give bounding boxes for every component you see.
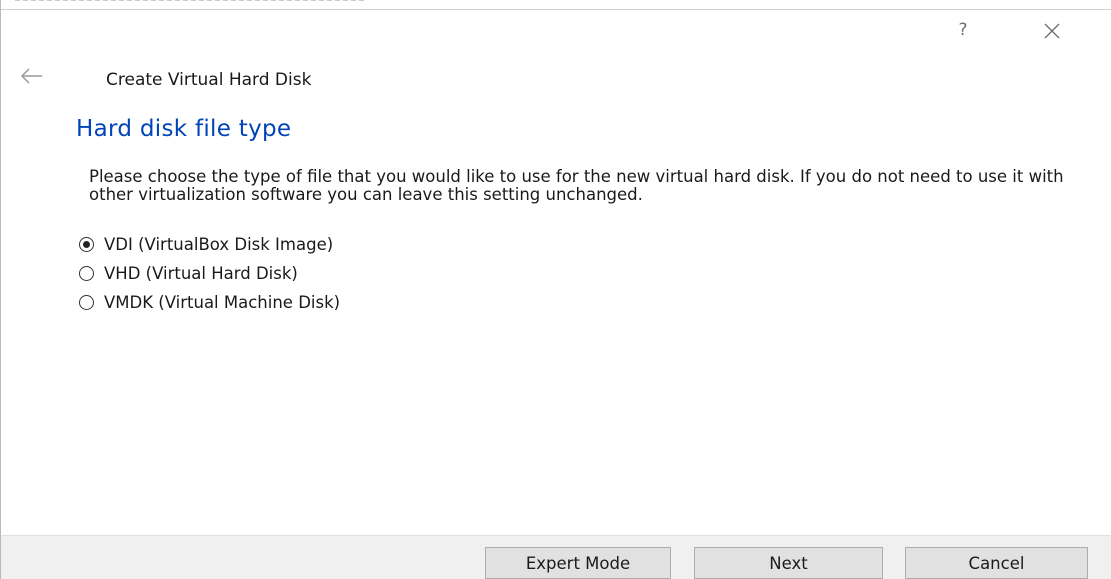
radio-button-vhd[interactable] [79,266,94,281]
background-window-edge [1,0,1111,10]
page-heading: Hard disk file type [76,116,292,142]
radio-option-vdi[interactable]: VDI (VirtualBox Disk Image) [79,230,340,259]
button-bar: Expert Mode Next Cancel [1,535,1111,579]
expert-mode-button[interactable]: Expert Mode [485,547,671,579]
radio-button-vmdk[interactable] [79,295,94,310]
help-icon[interactable]: ? [953,20,973,40]
wizard-title: Create Virtual Hard Disk [106,70,312,90]
back-arrow-icon[interactable] [18,66,46,86]
background-window-text-fragment [15,0,365,1]
radio-button-vdi[interactable] [79,237,94,252]
radio-option-vmdk[interactable]: VMDK (Virtual Machine Disk) [79,288,340,317]
radio-option-vhd[interactable]: VHD (Virtual Hard Disk) [79,259,340,288]
close-icon[interactable] [1039,18,1065,44]
radio-label-vdi[interactable]: VDI (VirtualBox Disk Image) [104,235,333,254]
disk-type-radio-group: VDI (VirtualBox Disk Image) VHD (Virtual… [79,230,340,317]
radio-label-vmdk[interactable]: VMDK (Virtual Machine Disk) [104,293,340,312]
create-virtual-hard-disk-dialog: ? Create Virtual Hard Disk Hard disk fil… [0,0,1111,579]
radio-label-vhd[interactable]: VHD (Virtual Hard Disk) [104,264,298,283]
cancel-button[interactable]: Cancel [905,547,1088,579]
page-description: Please choose the type of file that you … [89,167,1064,204]
next-button[interactable]: Next [694,547,883,579]
